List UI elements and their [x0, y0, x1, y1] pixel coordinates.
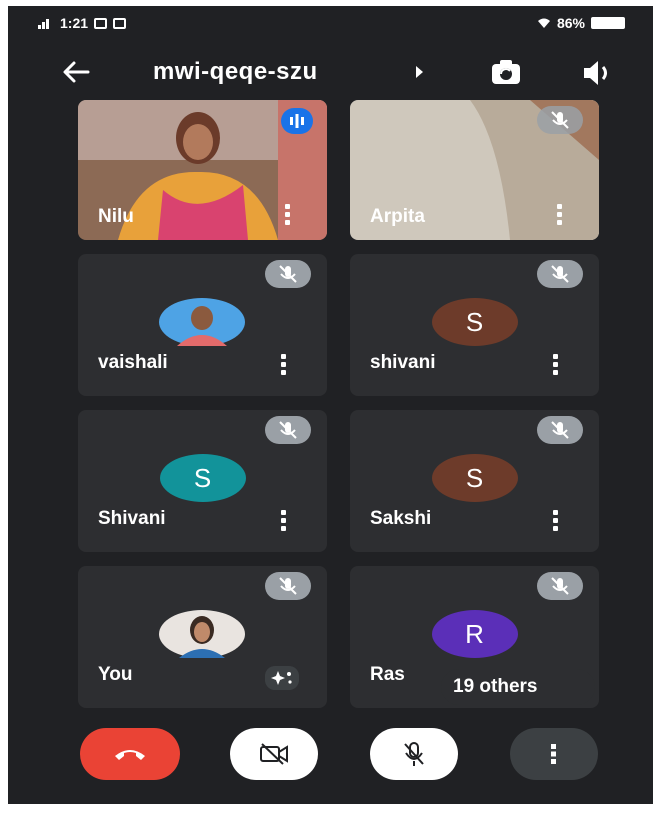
- more-vert-icon[interactable]: [285, 204, 291, 226]
- more-vert-icon[interactable]: [557, 204, 563, 226]
- avatar: S: [431, 454, 518, 502]
- wifi-icon: [537, 18, 550, 28]
- participant-tile-shivani-2[interactable]: S Shivani: [78, 410, 327, 552]
- camera-off-icon: [260, 743, 288, 765]
- status-right: 86%: [537, 15, 625, 31]
- mic-off-icon: [537, 106, 583, 134]
- participant-name: Nilu: [98, 206, 134, 227]
- more-vert-icon[interactable]: [281, 510, 287, 532]
- participant-tile-vaishali[interactable]: vaishali: [78, 254, 327, 396]
- participant-tile-nilu[interactable]: Nilu: [78, 100, 327, 240]
- call-controls: [8, 716, 653, 796]
- back-arrow-icon[interactable]: [60, 56, 92, 88]
- caret-right-icon[interactable]: [416, 66, 423, 78]
- avatar: R: [431, 610, 518, 658]
- participant-name: shivani: [370, 352, 436, 373]
- end-call-icon: [115, 750, 145, 760]
- speaking-icon: [281, 108, 313, 134]
- participant-tile-arpita[interactable]: Arpita: [350, 100, 599, 240]
- participant-tile-you[interactable]: You: [78, 566, 327, 708]
- mic-off-icon: [265, 572, 311, 600]
- meeting-code[interactable]: mwi-qeqe-szu: [153, 58, 318, 86]
- end-call-button[interactable]: [80, 728, 180, 780]
- switch-camera-icon[interactable]: [488, 56, 524, 90]
- participant-name: You: [98, 664, 133, 685]
- meeting-header: mwi-qeqe-szu: [8, 48, 653, 98]
- more-options-button[interactable]: [510, 728, 598, 780]
- camera-toggle-button[interactable]: [230, 728, 318, 780]
- status-time: 1:21: [60, 15, 89, 31]
- mic-off-icon: [265, 416, 311, 444]
- status-left: 1:21: [38, 15, 127, 31]
- more-vert-icon[interactable]: [281, 354, 287, 376]
- meet-call-screen: 1:21 86% mwi-qeqe-szu Nilu Arpita vaisha…: [8, 6, 653, 804]
- status-bar: 1:21 86%: [8, 6, 653, 38]
- mic-off-icon: [537, 260, 583, 288]
- mic-off-icon: [265, 260, 311, 288]
- participant-name: Shivani: [98, 508, 166, 529]
- others-count-badge[interactable]: 19 others: [441, 669, 595, 705]
- more-vert-icon[interactable]: [553, 510, 559, 532]
- mic-off-icon: [537, 416, 583, 444]
- participant-tile-shivani[interactable]: S shivani: [350, 254, 599, 396]
- avatar: [159, 298, 245, 346]
- more-vert-icon: [551, 744, 556, 764]
- gallery-notification-icon: [94, 17, 108, 29]
- speaker-icon[interactable]: [580, 58, 616, 88]
- effects-icon[interactable]: [265, 666, 299, 690]
- mic-off-icon: [404, 742, 424, 766]
- participant-name: vaishali: [98, 352, 168, 373]
- battery-percent: 86%: [556, 15, 585, 31]
- avatar: S: [159, 454, 246, 502]
- mic-off-icon: [537, 572, 583, 600]
- mic-toggle-button[interactable]: [370, 728, 458, 780]
- avatar: S: [431, 298, 518, 346]
- participant-name: Ras: [370, 664, 405, 685]
- participant-name: Arpita: [370, 206, 425, 227]
- message-notification-icon: [113, 17, 127, 29]
- signal-icon: [38, 19, 49, 29]
- more-vert-icon[interactable]: [553, 354, 559, 376]
- battery-icon: [591, 17, 625, 29]
- avatar: [159, 610, 245, 658]
- participant-name: Sakshi: [370, 508, 432, 529]
- participant-tile-sakshi[interactable]: S Sakshi: [350, 410, 599, 552]
